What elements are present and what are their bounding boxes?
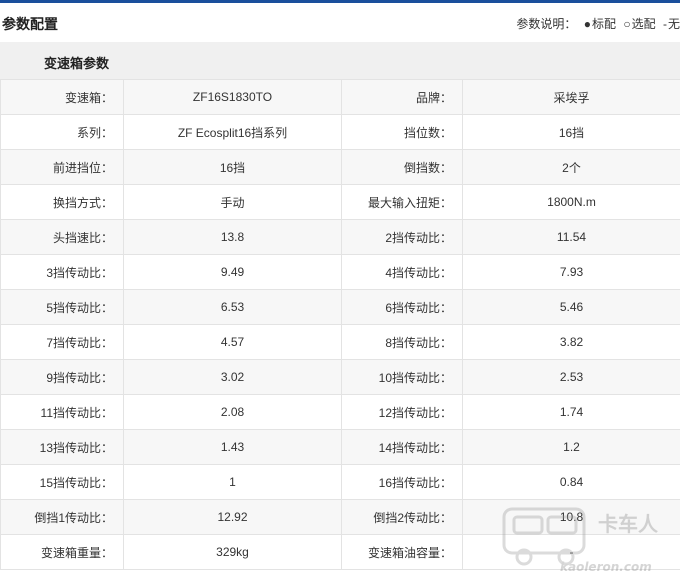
spec-value: 13.8 [123,219,342,255]
spec-value: 1.43 [123,429,342,465]
table-row: 5挡传动比： 6.53 6挡传动比： 5.46 [0,289,680,325]
table-row: 11挡传动比： 2.08 12挡传动比： 1.74 [0,394,680,430]
spec-value: 16挡 [462,114,680,150]
table-row: 3挡传动比： 9.49 4挡传动比： 7.93 [0,254,680,290]
spec-value: 4.57 [123,324,342,360]
spec-value: ZF16S1830TO [123,79,342,115]
spec-label: 换挡方式： [0,184,124,220]
hollow-dot-icon: ○ [623,17,631,31]
spec-label: 2挡传动比： [341,219,463,255]
spec-value: 1.2 [462,429,680,465]
spec-label: 变速箱油容量： [341,534,463,570]
watermark-text: 卡车人 [598,512,659,536]
spec-value: ZF Ecosplit16挡系列 [123,114,342,150]
spec-label: 系列： [0,114,124,150]
spec-value: 12.92 [123,499,342,535]
table-row: 13挡传动比： 1.43 14挡传动比： 1.2 [0,429,680,465]
spec-value: 9.49 [123,254,342,290]
truck-icon [502,507,586,566]
legend-none: -无 [662,17,680,31]
watermark-subtext: kaoleron.com [560,560,652,574]
spec-label: 5挡传动比： [0,289,124,325]
spec-label: 6挡传动比： [341,289,463,325]
legend-label: 参数说明： [516,17,577,31]
spec-label: 品牌： [341,79,463,115]
spec-label: 13挡传动比： [0,429,124,465]
spec-value: 2.08 [123,394,342,430]
spec-label: 4挡传动比： [341,254,463,290]
spec-label: 7挡传动比： [0,324,124,360]
spec-label: 变速箱重量： [0,534,124,570]
legend-standard: ●标配 [583,17,617,31]
section-header: 变速箱参数 [0,42,680,79]
spec-value: 3.82 [462,324,680,360]
table-row: 系列： ZF Ecosplit16挡系列 挡位数： 16挡 [0,114,680,150]
spec-table: 变速箱： ZF16S1830TO 品牌： 采埃孚 系列： ZF Ecosplit16挡系列… [0,79,680,570]
spec-label: 11挡传动比： [0,394,124,430]
spec-value: 1 [123,464,342,500]
table-row: 15挡传动比： 1 16挡传动比： 0.84 [0,464,680,500]
spec-label: 15挡传动比： [0,464,124,500]
filled-dot-icon: ● [583,17,592,31]
section-title: 变速箱参数 [44,56,110,71]
spec-label: 挡位数： [341,114,463,150]
spec-value: 7.93 [462,254,680,290]
spec-label: 倒挡2传动比： [341,499,463,535]
spec-value: 5.46 [462,289,680,325]
spec-label: 9挡传动比： [0,359,124,395]
table-row: 7挡传动比： 4.57 8挡传动比： 3.82 [0,324,680,360]
spec-label: 3挡传动比： [0,254,124,290]
table-row: 前进挡位： 16挡 倒挡数： 2个 [0,149,680,185]
spec-value: 11.54 [462,219,680,255]
top-bar: 参数配置 参数说明： ●标配 ○选配 -无 [0,0,680,42]
spec-value: 16挡 [123,149,342,185]
spec-value: 1.74 [462,394,680,430]
spec-value: 2.53 [462,359,680,395]
watermark-logo: 卡车人 kaoleron.com [502,507,659,574]
table-row: 头挡速比： 13.8 2挡传动比： 11.54 [0,219,680,255]
table-row: 变速箱： ZF16S1830TO 品牌： 采埃孚 [0,79,680,115]
spec-label: 头挡速比： [0,219,124,255]
spec-value: 手动 [123,184,342,220]
spec-value: 3.02 [123,359,342,395]
dash-icon: - [662,17,667,31]
page-title: 参数配置 [2,16,58,32]
spec-label: 倒挡数： [341,149,463,185]
spec-label: 前进挡位： [0,149,124,185]
spec-label: 14挡传动比： [341,429,463,465]
spec-label: 12挡传动比： [341,394,463,430]
spec-label: 10挡传动比： [341,359,463,395]
spec-label: 变速箱： [0,79,124,115]
spec-value: 0.84 [462,464,680,500]
spec-label: 8挡传动比： [341,324,463,360]
spec-value: 6.53 [123,289,342,325]
table-row: 9挡传动比： 3.02 10挡传动比： 2.53 [0,359,680,395]
spec-value: 1800N.m [462,184,680,220]
spec-label: 16挡传动比： [341,464,463,500]
spec-value: 采埃孚 [462,79,680,115]
spec-label: 倒挡1传动比： [0,499,124,535]
legend: 参数说明： ●标配 ○选配 -无 [516,15,680,32]
table-row: 换挡方式： 手动 最大输入扭矩： 1800N.m [0,184,680,220]
spec-label: 最大输入扭矩： [341,184,463,220]
legend-optional: ○选配 [623,17,656,31]
spec-value: 2个 [462,149,680,185]
spec-value: 329kg [123,534,342,570]
